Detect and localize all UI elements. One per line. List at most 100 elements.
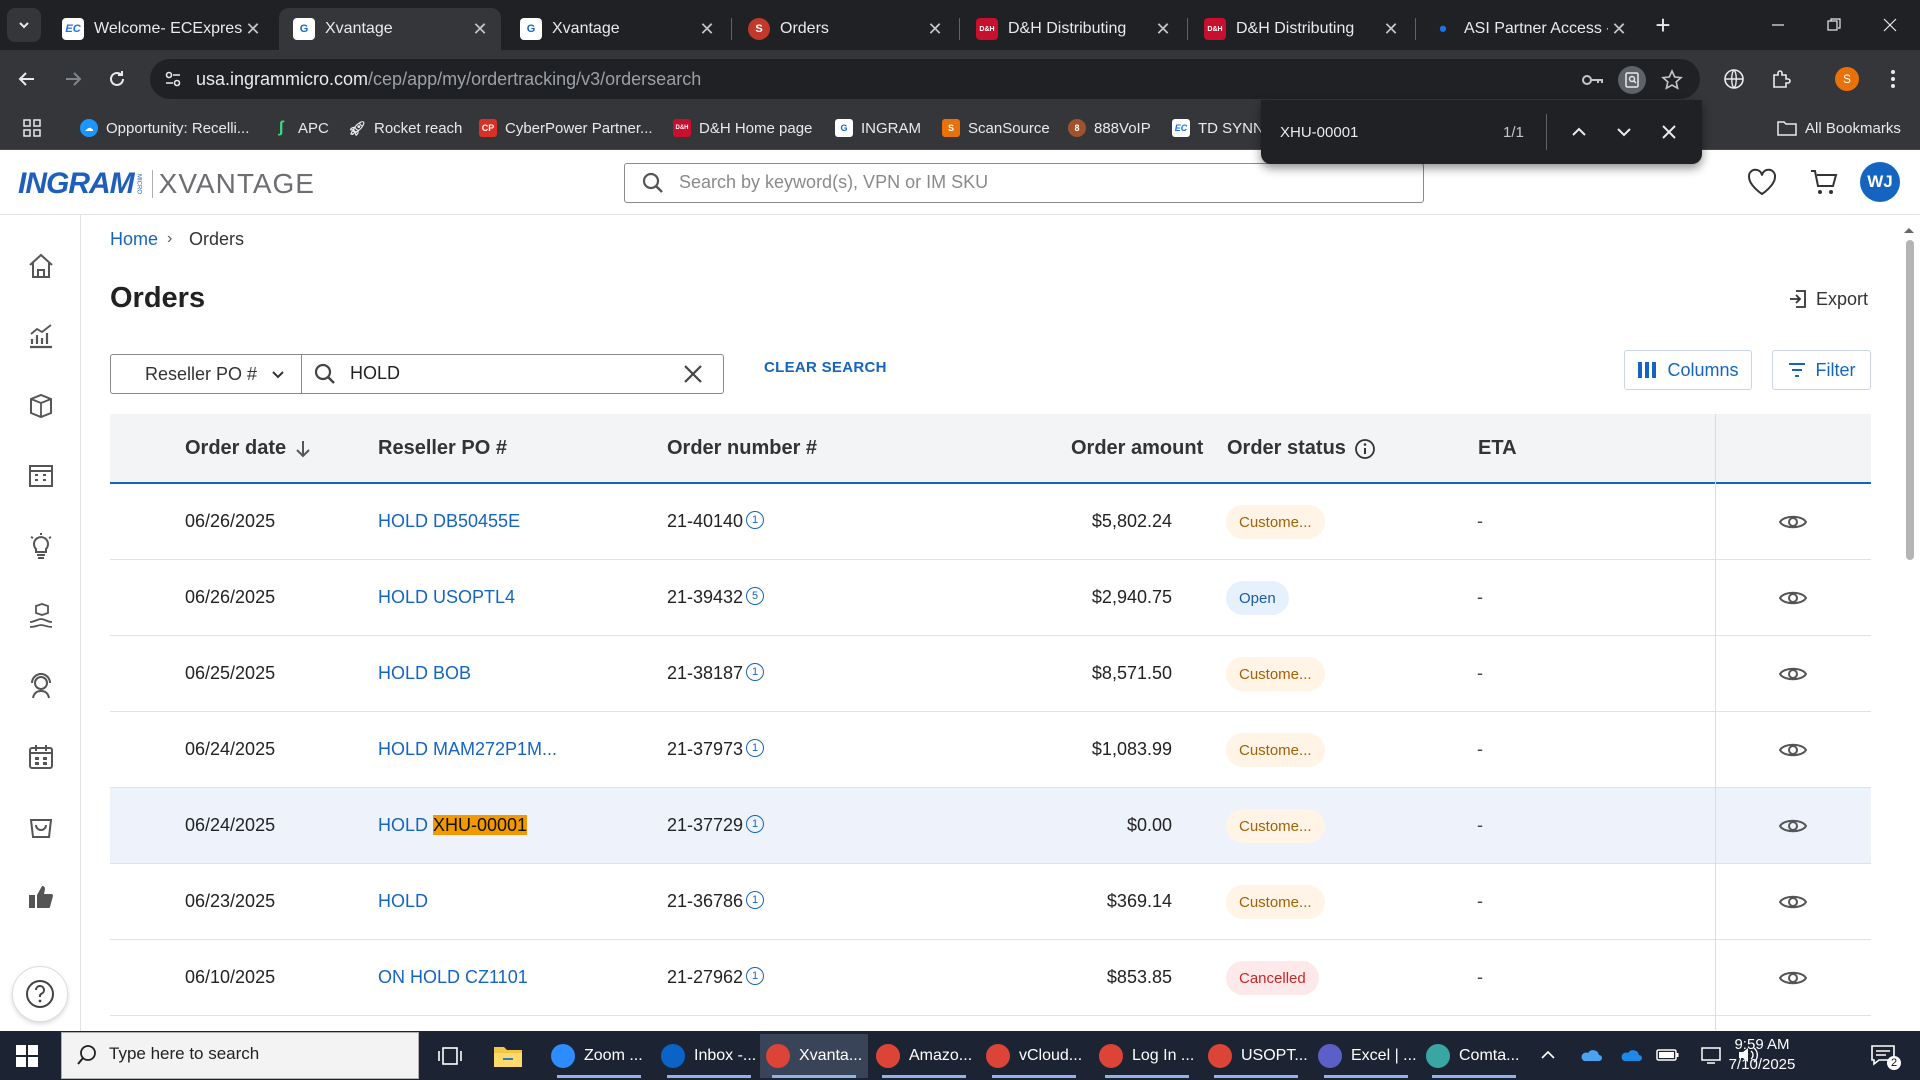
help-button[interactable] [12, 966, 68, 1022]
order-lines-badge-icon[interactable]: 1 [746, 511, 765, 530]
lightbulb-icon[interactable] [22, 527, 60, 565]
browser-menu-icon[interactable] [1877, 63, 1909, 95]
view-order-eye-icon[interactable] [1777, 586, 1809, 610]
taskbar-app-button[interactable]: Excel | ... [1312, 1034, 1420, 1078]
bookmark-rocket-reach[interactable]: 🚀︎ Rocket reach [348, 114, 462, 142]
apps-grid-icon[interactable] [22, 114, 42, 142]
bookmark-apc[interactable]: ʃ APC [272, 114, 329, 142]
building-icon[interactable] [22, 456, 60, 494]
show-hidden-icons-chevron[interactable] [1535, 1042, 1561, 1068]
clear-search-button[interactable]: CLEAR SEARCH [764, 359, 887, 376]
close-tab-icon[interactable]: ✕ [696, 19, 718, 40]
browser-profile-avatar[interactable]: S [1835, 67, 1859, 91]
scrollbar-thumb[interactable] [1906, 240, 1914, 560]
table-row[interactable] [110, 864, 1871, 940]
close-tab-icon[interactable]: ✕ [1608, 19, 1630, 40]
new-tab-button[interactable]: + [1648, 10, 1678, 40]
favorites-heart-icon[interactable] [1745, 165, 1779, 199]
browser-tab[interactable]: G Xvantage ✕ [506, 8, 728, 50]
find-close-button[interactable] [1654, 117, 1684, 147]
taskbar-app-button[interactable]: Amazo... [870, 1034, 978, 1078]
column-header-order-date[interactable]: Order date [185, 437, 312, 460]
reseller-po-link[interactable]: HOLD MAM272P1M... [378, 739, 557, 760]
taskbar-app-button[interactable]: vCloud... [980, 1034, 1088, 1078]
catalog-icon[interactable] [22, 387, 60, 425]
browser-tab[interactable]: D&H D&H Distributing ✕ [962, 8, 1184, 50]
all-bookmarks-button[interactable]: All Bookmarks [1777, 114, 1901, 142]
browser-tab-active[interactable]: G Xvantage ✕ [279, 8, 501, 50]
find-next-button[interactable] [1609, 117, 1639, 147]
minimize-button[interactable] [1750, 0, 1806, 50]
table-row[interactable] [110, 560, 1871, 636]
close-tab-icon[interactable]: ✕ [469, 19, 491, 40]
tab-search-menu[interactable] [7, 8, 41, 42]
browser-tab[interactable]: D&H D&H Distributing ✕ [1190, 8, 1412, 50]
taskbar-app-button[interactable]: Inbox -... [655, 1034, 763, 1078]
bookmark-dh-home[interactable]: D&H D&H Home page [673, 114, 812, 142]
notifications-button[interactable]: 2 [1865, 1040, 1901, 1070]
breadcrumb-home[interactable]: Home [110, 229, 158, 250]
browser-tab[interactable]: EC Welcome- ECExpress ✕ [48, 8, 274, 50]
password-key-icon[interactable] [1578, 66, 1606, 94]
column-header-order-status[interactable]: Order status [1227, 437, 1376, 460]
order-lines-badge-icon[interactable]: 1 [746, 739, 765, 758]
bookmark-opportunity[interactable]: ☁ Opportunity: Recelli... [80, 114, 249, 142]
export-button[interactable]: Export [1788, 286, 1868, 312]
cart-icon[interactable] [1807, 165, 1841, 199]
find-previous-button[interactable] [1564, 117, 1594, 147]
back-button[interactable] [10, 62, 44, 96]
restore-button[interactable] [1806, 0, 1862, 50]
bookmark-td-synnex[interactable]: EC TD SYNN [1172, 114, 1264, 142]
battery-icon[interactable] [1655, 1042, 1681, 1068]
order-number-cell[interactable]: 21-40140 1 [667, 511, 765, 532]
column-header-eta[interactable]: ETA [1478, 437, 1517, 460]
order-number-cell[interactable]: 21-37729 1 [667, 815, 765, 836]
info-icon[interactable] [1354, 438, 1376, 460]
support-agent-icon[interactable] [22, 667, 60, 705]
taskbar-app-button[interactable]: Zoom ... [545, 1034, 653, 1078]
url-text[interactable]: usa.ingrammicro.com/cep/app/my/ordertrac… [196, 69, 701, 90]
table-row[interactable] [110, 940, 1871, 1016]
find-query-input[interactable]: XHU-00001 [1280, 124, 1358, 141]
table-row[interactable] [110, 788, 1871, 864]
view-order-eye-icon[interactable] [1777, 662, 1809, 686]
order-number-cell[interactable]: 21-39432 5 [667, 587, 765, 608]
taskbar-app-button[interactable]: Xvanta... [760, 1034, 868, 1078]
xvantage-logo[interactable]: INGRAM MICRO XVANTAGE [18, 164, 315, 204]
view-order-eye-icon[interactable] [1777, 814, 1809, 838]
close-tab-icon[interactable]: ✕ [242, 19, 264, 40]
column-header-order-number[interactable]: Order number # [667, 437, 817, 460]
close-window-button[interactable] [1862, 0, 1918, 50]
reseller-po-link[interactable]: HOLD DB50455E [378, 511, 520, 532]
order-number-cell[interactable]: 21-37973 1 [667, 739, 765, 760]
bookmark-star-icon[interactable] [1658, 66, 1686, 94]
file-explorer-icon[interactable] [490, 1038, 526, 1074]
windows-start-button[interactable] [12, 1042, 42, 1070]
browser-tab[interactable]: S Orders ✕ [734, 8, 956, 50]
filter-button[interactable]: Filter [1772, 350, 1871, 390]
view-order-eye-icon[interactable] [1777, 738, 1809, 762]
reseller-po-link[interactable]: ON HOLD CZ1101 [378, 967, 528, 988]
home-icon[interactable] [22, 247, 60, 285]
user-avatar[interactable]: WJ [1860, 162, 1900, 202]
table-row[interactable] [110, 712, 1871, 788]
analytics-icon[interactable] [22, 317, 60, 355]
reseller-po-link[interactable]: HOLD BOB [378, 663, 471, 684]
reload-button[interactable] [100, 62, 134, 96]
search-field-select[interactable]: Reseller PO # [110, 354, 301, 394]
site-info-icon[interactable] [160, 66, 186, 92]
bookmark-ingram[interactable]: G INGRAM [835, 114, 921, 142]
order-lines-badge-icon[interactable]: 1 [746, 815, 765, 834]
column-header-order-amount[interactable]: Order amount [1071, 437, 1203, 460]
reseller-po-link[interactable]: HOLD USOPTL4 [378, 587, 515, 608]
box-hand-icon[interactable] [22, 597, 60, 635]
view-order-eye-icon[interactable] [1777, 966, 1809, 990]
globe-extension-icon[interactable] [1718, 63, 1750, 95]
close-tab-icon[interactable]: ✕ [1152, 19, 1174, 40]
taskbar-app-button[interactable]: Comta... [1420, 1034, 1528, 1078]
order-lines-badge-icon[interactable]: 1 [746, 967, 765, 986]
order-lines-badge-icon[interactable]: 1 [746, 891, 765, 910]
onedrive-business-icon[interactable] [1617, 1042, 1643, 1068]
order-lines-badge-icon[interactable]: 1 [746, 663, 765, 682]
scroll-up-arrow-icon[interactable] [1902, 225, 1916, 235]
